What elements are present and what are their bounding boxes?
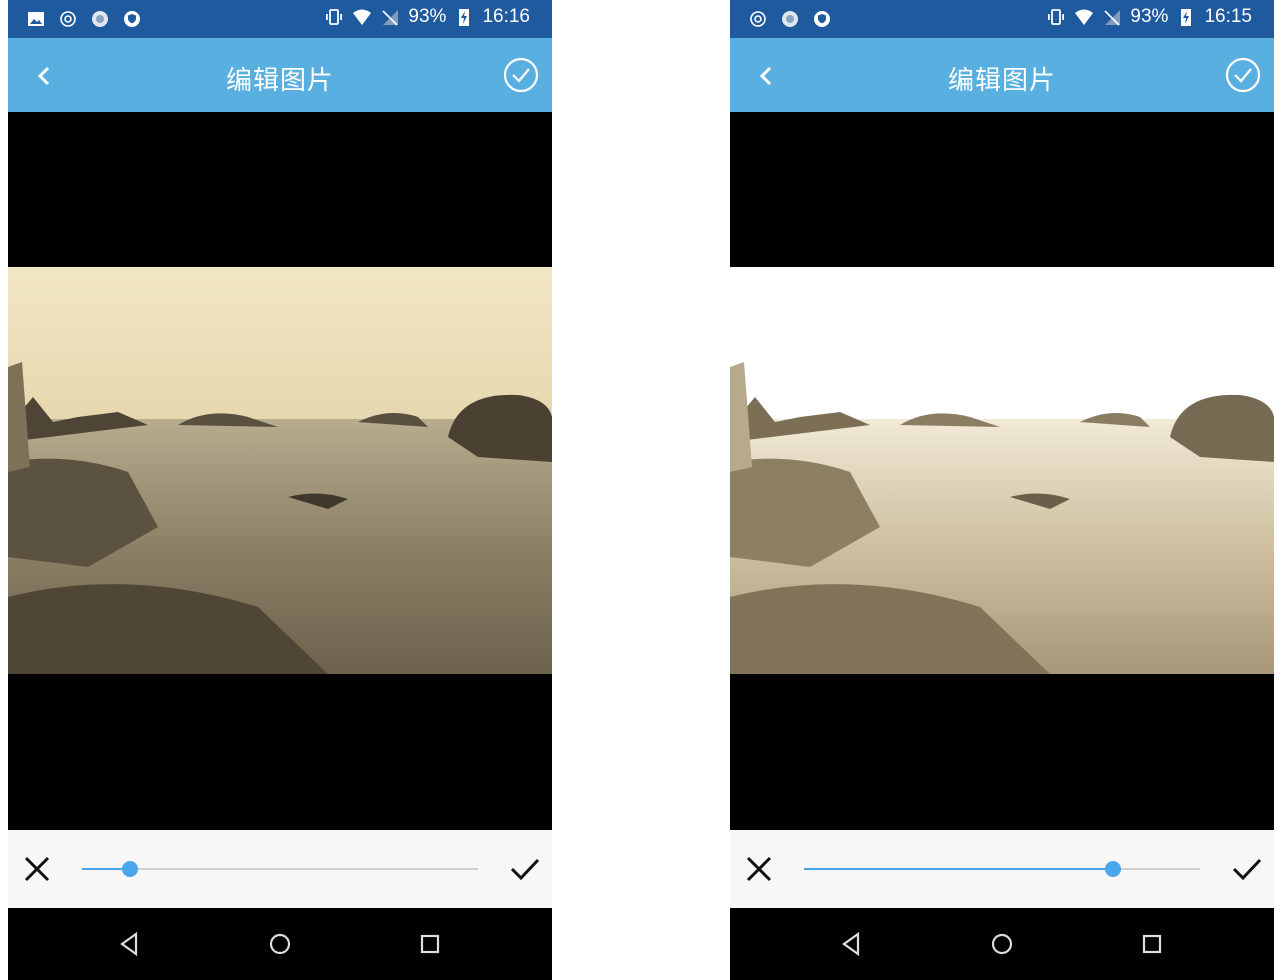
adjustment-slider[interactable]	[82, 856, 478, 882]
battery-charging-icon	[1176, 7, 1196, 27]
vibrate-icon	[324, 7, 344, 27]
battery-percent: 93%	[1130, 6, 1169, 27]
adjustment-bar	[730, 830, 1274, 908]
slider-thumb[interactable]	[1104, 861, 1121, 877]
beach-photo	[730, 267, 1274, 674]
image-canvas	[8, 112, 552, 830]
nav-recents-button[interactable]	[1136, 928, 1168, 960]
circle-home-icon	[269, 933, 291, 955]
close-icon	[24, 856, 50, 882]
wifi-icon	[1074, 7, 1094, 27]
phone-screen-right: 93% 16:15 编辑图片	[730, 0, 1274, 980]
nav-back-button[interactable]	[836, 928, 868, 960]
cancel-button[interactable]	[20, 852, 54, 886]
nav-home-button[interactable]	[986, 928, 1018, 960]
cancel-button[interactable]	[742, 852, 776, 886]
app-bar: 编辑图片	[730, 38, 1274, 112]
app-bar: 编辑图片	[8, 38, 552, 112]
square-recents-icon	[1142, 934, 1162, 954]
check-icon	[510, 858, 540, 881]
slider-fill	[804, 868, 1113, 870]
slider-thumb[interactable]	[121, 861, 138, 877]
apply-button[interactable]	[1230, 852, 1264, 886]
system-status: 93% 16:15	[1046, 6, 1252, 28]
image-icon	[26, 9, 46, 29]
nav-recents-button[interactable]	[414, 928, 446, 960]
shield-icon	[812, 9, 832, 29]
status-bar: 93% 16:15	[730, 0, 1274, 38]
navigation-bar	[730, 908, 1274, 980]
check-icon	[1232, 858, 1262, 881]
confirm-button[interactable]	[502, 56, 540, 94]
beach-photo	[8, 267, 552, 674]
apply-button[interactable]	[508, 852, 542, 886]
notification-icons	[748, 9, 832, 29]
clock: 16:16	[482, 6, 530, 27]
confirm-button[interactable]	[1224, 56, 1262, 94]
spiral-icon	[58, 9, 78, 29]
nav-home-button[interactable]	[264, 928, 296, 960]
slider-track	[82, 868, 478, 870]
status-bar: 93% 16:16	[8, 0, 552, 38]
image-canvas	[730, 112, 1274, 830]
battery-percent: 93%	[408, 6, 447, 27]
clock: 16:15	[1204, 6, 1252, 27]
battery-charging-icon	[454, 7, 474, 27]
navigation-bar	[8, 908, 552, 980]
notification-icons	[26, 9, 142, 29]
square-recents-icon	[420, 934, 440, 954]
circle-home-icon	[991, 933, 1013, 955]
spiral-icon	[748, 9, 768, 29]
system-status: 93% 16:16	[324, 6, 530, 28]
no-signal-icon	[1102, 7, 1122, 27]
nav-back-button[interactable]	[114, 928, 146, 960]
page-title: 编辑图片	[225, 66, 334, 96]
close-icon	[746, 856, 772, 882]
vibrate-icon	[1046, 7, 1066, 27]
wifi-icon	[352, 7, 372, 27]
shield-icon	[122, 9, 142, 29]
check-circle-icon	[503, 57, 539, 93]
phone-screen-left: 93% 16:16 编辑图片	[8, 0, 552, 980]
sunflower-icon	[90, 9, 110, 29]
page-title: 编辑图片	[947, 66, 1056, 96]
sunflower-icon	[780, 9, 800, 29]
adjustment-slider[interactable]	[804, 856, 1200, 882]
no-signal-icon	[380, 7, 400, 27]
adjustment-bar	[8, 830, 552, 908]
check-circle-icon	[1225, 57, 1261, 93]
triangle-back-icon	[842, 931, 860, 957]
triangle-back-icon	[120, 931, 138, 957]
